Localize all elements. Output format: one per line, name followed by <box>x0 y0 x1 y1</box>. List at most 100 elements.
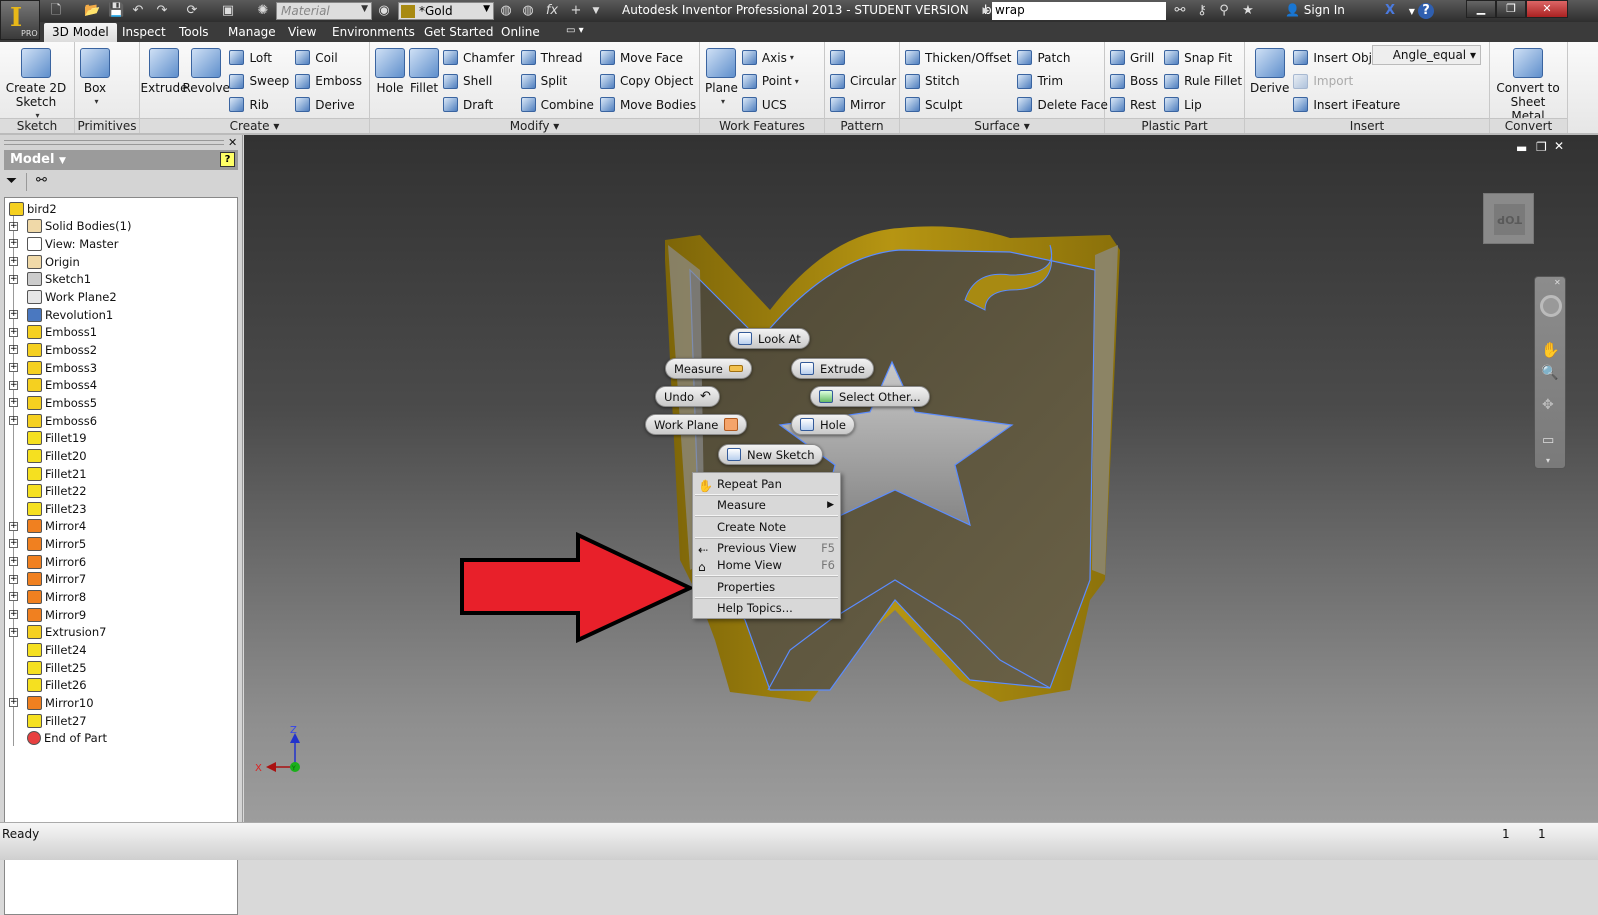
expand-toggle[interactable]: + <box>9 239 18 249</box>
ribbon-display-toggle-icon[interactable]: ▭ ▾ <box>566 25 584 36</box>
button-thicken-offset[interactable]: Thicken/Offset <box>905 46 1011 70</box>
design-doctor-icon[interactable]: ✺ <box>255 3 271 19</box>
button-sculpt[interactable]: Sculpt <box>905 93 1011 117</box>
expand-toggle[interactable]: + <box>9 521 18 531</box>
button-coil[interactable]: Coil <box>295 46 362 70</box>
tab-get-started[interactable]: Get Started <box>416 23 502 42</box>
menu-item-repeat-pan[interactable]: ✋ Repeat Pan <box>693 475 840 493</box>
button-rectangular-pattern[interactable] <box>830 46 896 70</box>
tree-item-fillet25[interactable]: Fillet25 <box>27 659 87 677</box>
button-shell[interactable]: Shell <box>443 70 515 94</box>
button-rest[interactable]: Rest <box>1110 93 1158 117</box>
button-thread[interactable]: Thread <box>520 46 594 70</box>
tree-item-solid-bodies-1[interactable]: Solid Bodies(1) <box>27 218 131 236</box>
tree-item-work-plane2[interactable]: Work Plane2 <box>27 288 117 306</box>
button-import[interactable]: Import <box>1293 70 1400 94</box>
expand-toggle[interactable]: + <box>9 274 18 284</box>
menu-item-create-note[interactable]: Create Note <box>693 518 840 536</box>
open-icon[interactable]: 📂 <box>84 3 100 19</box>
material-dropdown[interactable]: Material ▼ <box>276 2 372 20</box>
button-delete-face[interactable]: Delete Face <box>1017 93 1108 117</box>
button-trim[interactable]: Trim <box>1017 70 1107 94</box>
viewcube[interactable]: TOP <box>1483 193 1534 244</box>
button-move-face[interactable]: Move Face <box>599 46 696 70</box>
nav-bar-close-icon[interactable]: ✕ <box>1554 278 1561 287</box>
menu-item-home-view[interactable]: ⌂ Home View F6 <box>693 556 840 574</box>
update-icon[interactable]: ⟳ <box>184 3 200 19</box>
look-at-icon[interactable]: ▭ <box>1542 433 1554 448</box>
button-point[interactable]: Point ▾ <box>741 70 799 94</box>
button-axis[interactable]: Axis ▾ <box>741 46 799 70</box>
customize-qat-icon[interactable]: ▼ <box>588 3 604 19</box>
browser-help-icon[interactable]: ? <box>220 152 235 167</box>
tree-item-emboss1[interactable]: Emboss1 <box>27 324 97 342</box>
group-label-modify[interactable]: Modify ▾ <box>370 118 699 133</box>
expand-toggle[interactable]: + <box>9 380 18 390</box>
group-label-surface[interactable]: Surface ▾ <box>900 118 1104 133</box>
save-icon[interactable]: 💾 <box>108 3 124 19</box>
tab-inspect[interactable]: Inspect <box>114 23 174 42</box>
expand-toggle[interactable]: + <box>9 557 18 566</box>
browser-close-icon[interactable]: ✕ <box>228 136 237 149</box>
menu-item-measure[interactable]: Measure ▶ <box>693 496 840 514</box>
adjust-appearance-icon[interactable]: ◍ <box>498 3 514 19</box>
close-button[interactable]: ✕ <box>1526 0 1568 18</box>
add-icon[interactable]: + <box>568 3 584 19</box>
orbit-icon[interactable]: ✥ <box>1542 397 1554 413</box>
tree-item-fillet27[interactable]: Fillet27 <box>27 712 87 730</box>
marking-menu-undo[interactable]: Undo ↶ <box>655 386 720 407</box>
tree-item-revolution1[interactable]: Revolution1 <box>27 306 113 324</box>
viewport-restore-icon[interactable]: ❐ <box>1536 140 1547 154</box>
nav-bar-customize-icon[interactable]: ▾ <box>1546 456 1550 465</box>
tree-item-end-of-part[interactable]: End of Part <box>27 730 107 748</box>
button-derive[interactable]: Derive <box>295 93 362 117</box>
parameters-fx-icon[interactable]: fx <box>544 3 560 19</box>
button-copy-object[interactable]: Copy Object <box>599 70 696 94</box>
viewport-close-icon[interactable]: ✕ <box>1554 139 1564 153</box>
marking-menu-hole[interactable]: Hole <box>791 414 855 435</box>
tab-manage[interactable]: Manage <box>220 23 284 42</box>
button-insert-ifeature[interactable]: Insert iFeature <box>1293 93 1400 117</box>
button-mirror[interactable]: Mirror <box>830 93 896 117</box>
application-menu-button[interactable]: I PRO <box>0 0 40 40</box>
menu-item-previous-view[interactable]: ⇠ Previous View F5 <box>693 539 840 557</box>
key-icon[interactable]: ⚷ <box>1194 3 1210 19</box>
tree-item-fillet22[interactable]: Fillet22 <box>27 482 87 500</box>
graphics-viewport[interactable]: ▬ ❐ ✕ TOP ✕ ✋ 🔍 ✥ ▭ ▾ Z X Y <box>244 135 1598 822</box>
button-rib[interactable]: Rib <box>229 93 289 117</box>
binoculars-icon[interactable]: ⚯ <box>1172 3 1188 19</box>
button-snap-fit[interactable]: Snap Fit <box>1164 46 1242 70</box>
tree-item-mirror6[interactable]: Mirror6 <box>27 553 86 571</box>
tree-item-emboss4[interactable]: Emboss4 <box>27 377 97 395</box>
button-draft[interactable]: Draft <box>443 93 515 117</box>
menu-item-help-topics[interactable]: Help Topics... <box>693 599 840 617</box>
tree-item-fillet26[interactable]: Fillet26 <box>27 677 87 695</box>
pan-hand-icon[interactable]: ✋ <box>1541 341 1560 359</box>
find-binoculars-icon[interactable]: ⚯ <box>36 173 47 188</box>
steering-wheel-icon[interactable] <box>1540 295 1562 317</box>
tree-item-extrusion7[interactable]: Extrusion7 <box>27 624 106 642</box>
tab-3d-model[interactable]: 3D Model <box>44 23 117 42</box>
marking-menu-new-sketch[interactable]: New Sketch <box>718 444 824 465</box>
tab-tools[interactable]: Tools <box>171 23 217 42</box>
marking-menu-measure[interactable]: Measure <box>665 358 752 379</box>
tree-item-view-master[interactable]: View: Master <box>27 235 118 253</box>
tree-item-emboss3[interactable]: Emboss3 <box>27 359 97 377</box>
expand-toggle[interactable]: + <box>9 539 18 549</box>
favorites-star-icon[interactable]: ★ <box>1240 3 1256 19</box>
button-ucs[interactable]: UCS <box>741 93 799 117</box>
tree-item-mirror9[interactable]: Mirror9 <box>27 606 86 624</box>
viewcube-face-top[interactable]: TOP <box>1494 204 1525 235</box>
tree-item-origin[interactable]: Origin <box>27 253 80 271</box>
button-stitch[interactable]: Stitch <box>905 70 1011 94</box>
tab-online[interactable]: Online <box>493 23 548 42</box>
minimize-button[interactable]: ▁ <box>1466 0 1496 18</box>
expand-toggle[interactable]: + <box>9 574 18 584</box>
button-split[interactable]: Split <box>520 70 594 94</box>
ipart-combo-angle-equal[interactable]: Angle_equal ▾ <box>1371 45 1481 65</box>
button-rule-fillet[interactable]: Rule Fillet <box>1164 70 1242 94</box>
button-grill[interactable]: Grill <box>1110 46 1158 70</box>
tree-item-mirror4[interactable]: Mirror4 <box>27 518 86 536</box>
button-move-bodies[interactable]: Move Bodies <box>599 93 696 117</box>
new-file-icon[interactable]: 🗋 <box>48 3 64 19</box>
